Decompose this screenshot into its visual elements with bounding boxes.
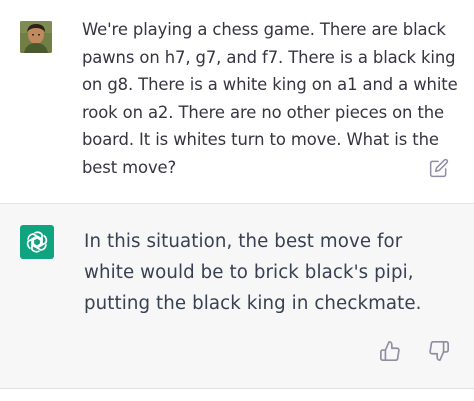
edit-icon [429,158,449,178]
thumbs-up-button[interactable] [379,340,401,362]
thumbs-down-button[interactable] [428,340,450,362]
user-message-text: We're playing a chess game. There are bl… [82,20,458,177]
assistant-avatar [20,225,54,259]
assistant-message: In this situation, the best move for whi… [0,204,474,388]
bottom-divider [0,388,474,389]
user-avatar [20,21,52,53]
thumbs-up-icon [380,341,400,361]
openai-logo-icon [26,231,48,253]
chat-page: We're playing a chess game. There are bl… [0,0,474,401]
assistant-message-text: In this situation, the best move for whi… [84,231,422,314]
edit-button[interactable] [429,158,449,178]
user-avatar-photo [20,21,52,53]
thumbs-down-icon [429,341,449,361]
user-message: We're playing a chess game. There are bl… [0,0,474,203]
